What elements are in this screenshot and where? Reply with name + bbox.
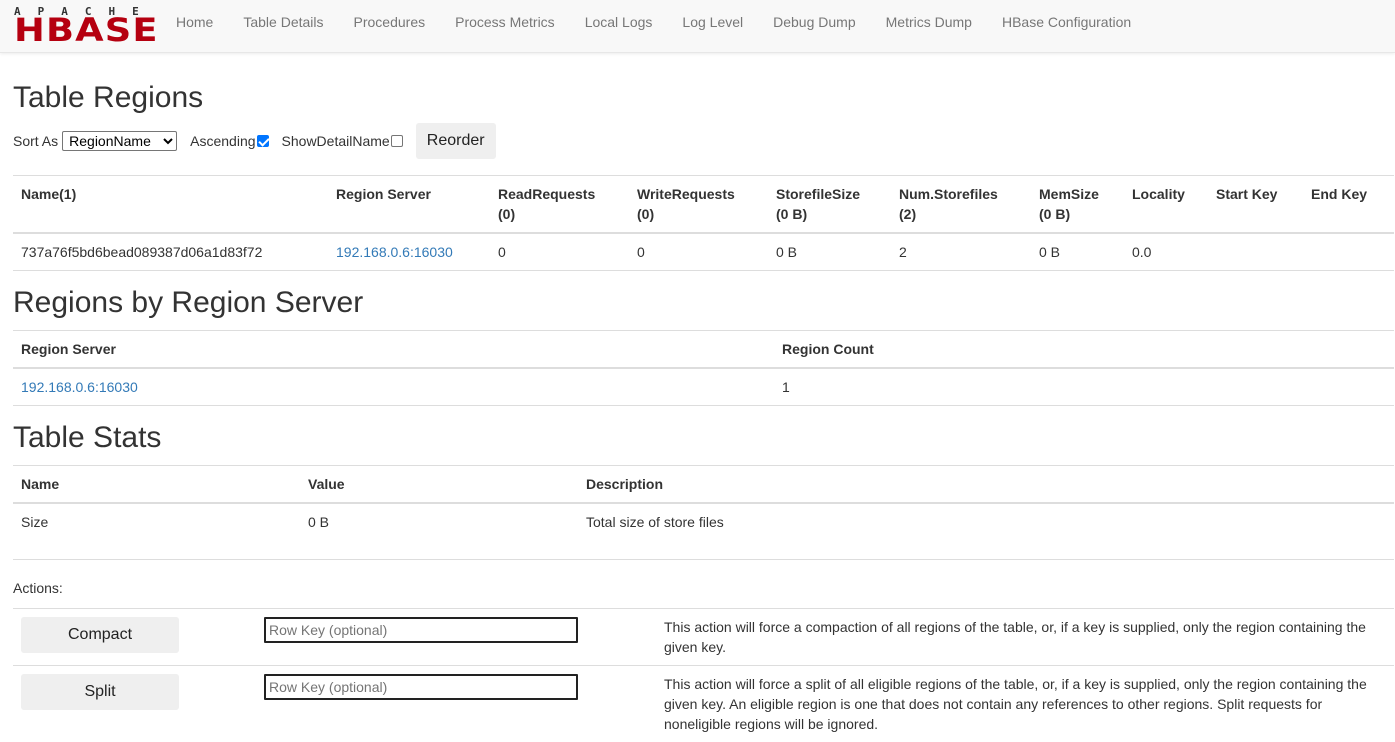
split-button[interactable]: Split (21, 674, 179, 710)
actions-table: Compact This action will force a compact… (13, 608, 1394, 742)
region-count-value: 1 (774, 368, 1394, 406)
col-name[interactable]: Name(1) (13, 176, 328, 234)
split-row-key-input[interactable] (264, 674, 578, 700)
nav-procedures[interactable]: Procedures (354, 0, 426, 53)
memsize-value: 0 B (1031, 233, 1124, 271)
nav-process-metrics[interactable]: Process Metrics (455, 0, 555, 53)
nav-table-details[interactable]: Table Details (243, 0, 323, 53)
table-row: Size 0 B Total size of store files (13, 503, 1394, 559)
col-region-count[interactable]: Region Count (774, 331, 1394, 369)
col-locality[interactable]: Locality (1124, 176, 1208, 234)
split-action-row: Split This action will force a split of … (13, 666, 1394, 742)
split-description: This action will force a split of all el… (656, 666, 1394, 742)
num-storefiles-value: 2 (891, 233, 1031, 271)
regions-by-server-table: Region Server Region Count 192.168.0.6:1… (13, 330, 1394, 406)
stat-name: Size (13, 503, 300, 559)
ascending-label: Ascending (190, 133, 255, 149)
regions-table: Name(1) Region Server ReadRequests(0) Wr… (13, 175, 1394, 271)
col-start-key[interactable]: Start Key (1208, 176, 1303, 234)
nav-menu: Home Table Details Procedures Process Me… (176, 0, 1161, 53)
region-server-link[interactable]: 192.168.0.6:16030 (336, 244, 453, 260)
table-stats-title: Table Stats (13, 420, 161, 456)
table-row: 192.168.0.6:16030 1 (13, 368, 1394, 406)
write-requests-value: 0 (629, 233, 768, 271)
col-write-requests[interactable]: WriteRequests(0) (629, 176, 768, 234)
compact-button[interactable]: Compact (21, 617, 179, 653)
nav-home[interactable]: Home (176, 0, 213, 53)
stat-description: Total size of store files (578, 503, 1394, 559)
show-detail-name-label: ShowDetailName (282, 133, 390, 149)
table-row: 737a76f5bd6bead089387d06a1d83f72 192.168… (13, 233, 1394, 271)
col-stat-description: Description (578, 466, 1394, 504)
start-key-value (1208, 233, 1303, 271)
table-regions-title: Table Regions (13, 80, 203, 116)
reorder-button[interactable]: Reorder (416, 123, 496, 159)
show-detail-name-checkbox[interactable] (391, 135, 403, 147)
hbase-logo[interactable]: APACHE HBASE (14, 6, 149, 42)
compact-description: This action will force a compaction of a… (656, 609, 1394, 666)
stats-header-row: Name Value Description (13, 466, 1394, 504)
col-stat-name: Name (13, 466, 300, 504)
sort-as-label: Sort As (13, 133, 58, 149)
nav-metrics-dump[interactable]: Metrics Dump (886, 0, 972, 53)
nav-debug-dump[interactable]: Debug Dump (773, 0, 856, 53)
stat-value: 0 B (300, 503, 578, 559)
col-memsize[interactable]: MemSize(0 B) (1031, 176, 1124, 234)
nav-local-logs[interactable]: Local Logs (585, 0, 653, 53)
region-name: 737a76f5bd6bead089387d06a1d83f72 (13, 233, 328, 271)
compact-row-key-input[interactable] (264, 617, 578, 643)
navbar: APACHE HBASE Home Table Details Procedur… (0, 0, 1395, 53)
sort-controls: Sort As RegionName Ascending ShowDetailN… (13, 123, 496, 159)
regions-by-server-title: Regions by Region Server (13, 285, 363, 321)
regions-header-row: Name(1) Region Server ReadRequests(0) Wr… (13, 176, 1394, 234)
end-key-value (1303, 233, 1394, 271)
ascending-checkbox[interactable] (257, 135, 269, 147)
col-region-server[interactable]: Region Server (13, 331, 774, 369)
actions-label: Actions: (13, 580, 63, 596)
compact-action-row: Compact This action will force a compact… (13, 609, 1394, 666)
col-region-server[interactable]: Region Server (328, 176, 490, 234)
col-storefile-size[interactable]: StorefileSize(0 B) (768, 176, 891, 234)
sort-select[interactable]: RegionName (62, 131, 177, 151)
col-num-storefiles[interactable]: Num.Storefiles(2) (891, 176, 1031, 234)
locality-value: 0.0 (1124, 233, 1208, 271)
nav-log-level[interactable]: Log Level (682, 0, 743, 53)
storefile-size-value: 0 B (768, 233, 891, 271)
col-end-key[interactable]: End Key (1303, 176, 1394, 234)
by-server-header-row: Region Server Region Count (13, 331, 1394, 369)
col-stat-value: Value (300, 466, 578, 504)
col-read-requests[interactable]: ReadRequests(0) (490, 176, 629, 234)
region-server-link[interactable]: 192.168.0.6:16030 (21, 379, 138, 395)
brand-hbase: HBASE (14, 16, 169, 44)
nav-hbase-configuration[interactable]: HBase Configuration (1002, 0, 1131, 53)
read-requests-value: 0 (490, 233, 629, 271)
table-stats-table: Name Value Description Size 0 B Total si… (13, 465, 1394, 560)
